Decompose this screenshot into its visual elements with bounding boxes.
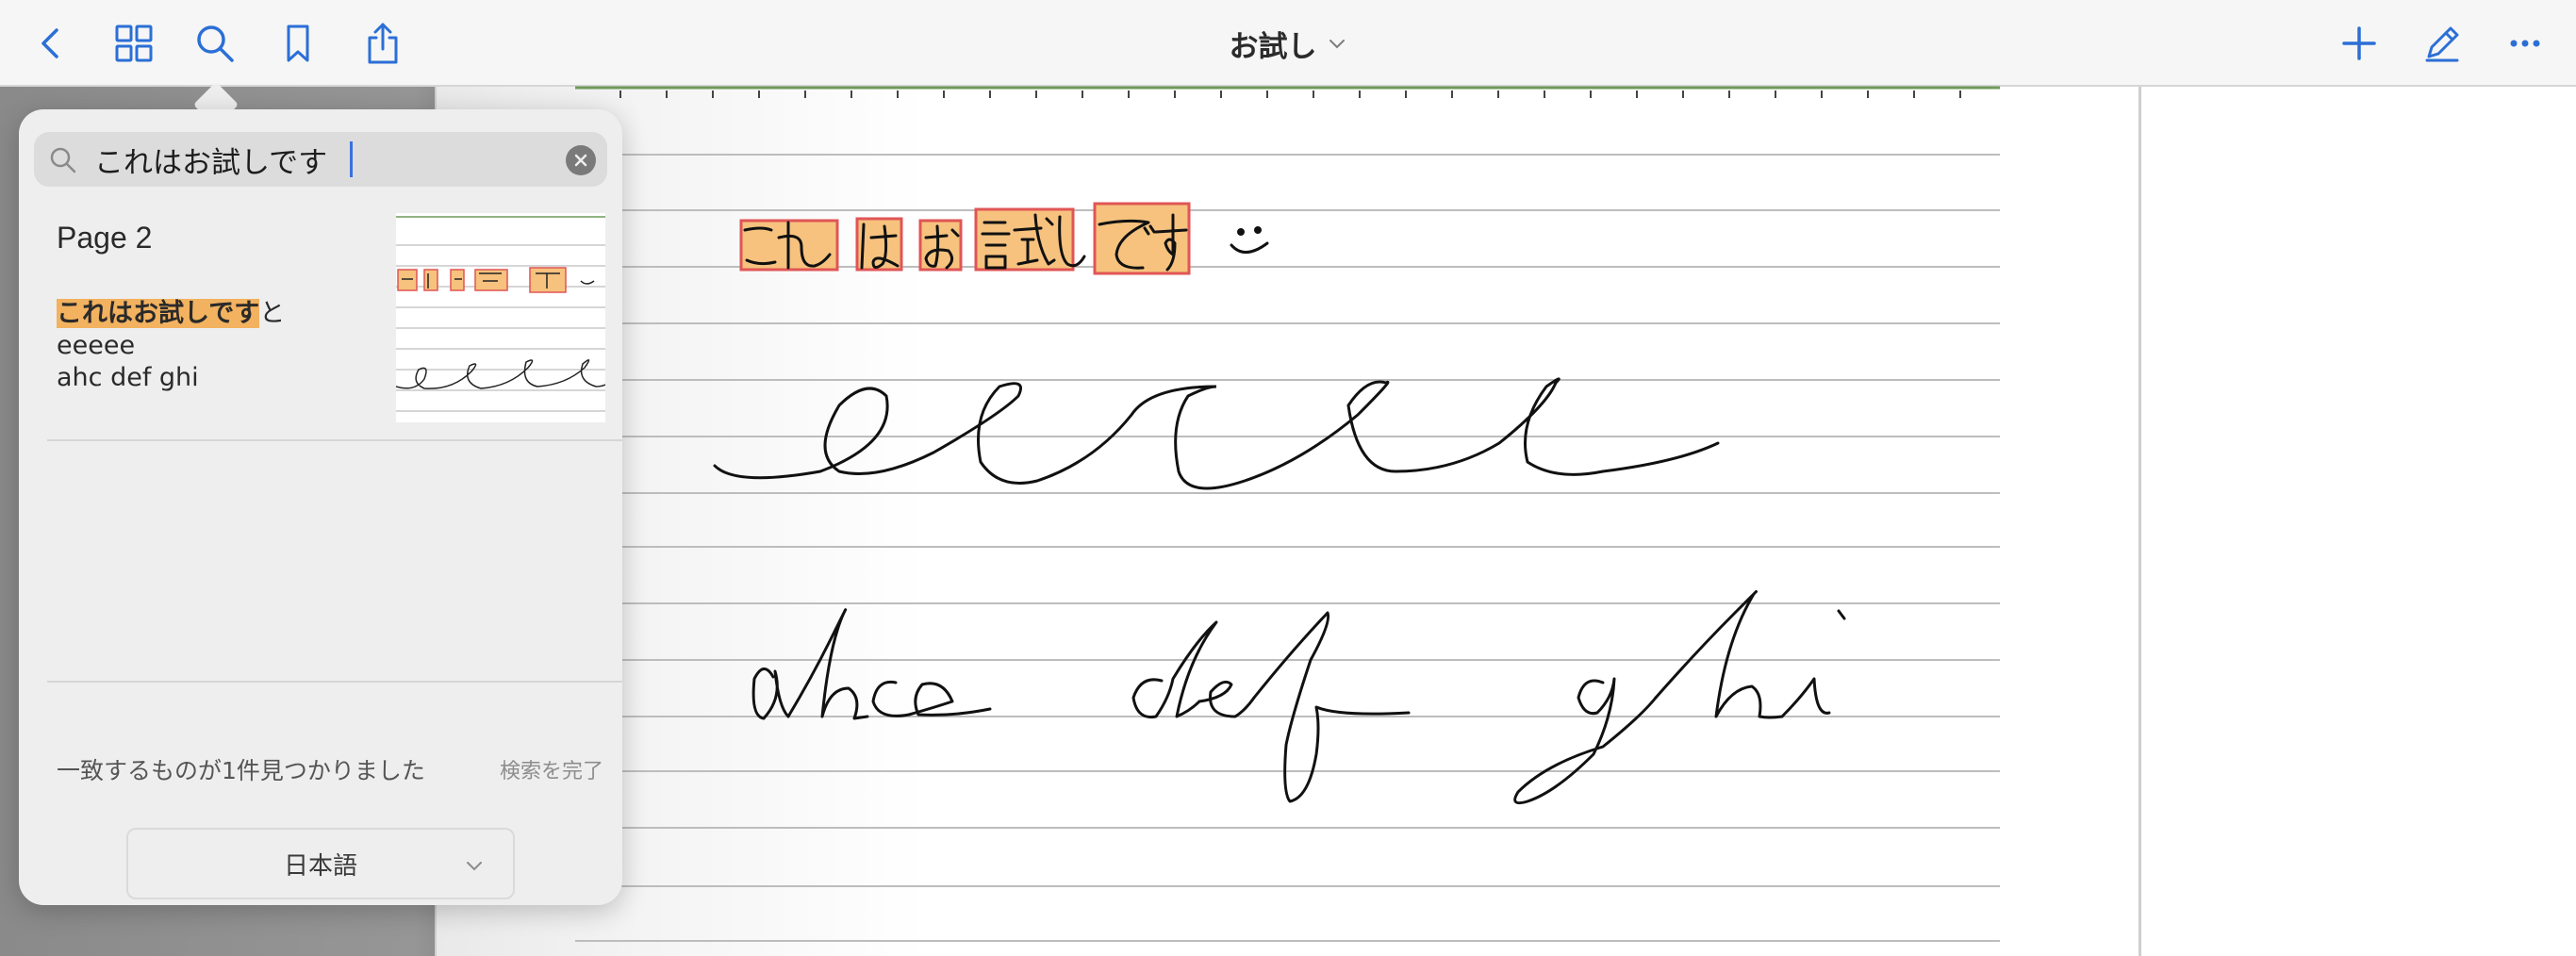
language-select-value: 日本語 [283, 851, 357, 881]
handwriting-eeeee [713, 377, 1720, 490]
finish-search-button[interactable]: 検索を完了 [500, 754, 603, 784]
ruler-ticks [619, 91, 1961, 98]
snippet-after: と [259, 299, 286, 328]
result-snippet: これはお試しですと eeeee ahc def ghi [57, 298, 368, 394]
divider [47, 439, 622, 441]
ruled-lines [575, 86, 2000, 942]
snippet-line-3: ahc def ghi [57, 363, 199, 392]
search-popover: Page 2 これはお試しですと eeeee ahc def ghi [19, 109, 622, 905]
result-page-label: Page 2 [57, 221, 153, 255]
search-input[interactable] [94, 140, 537, 179]
text-cursor [350, 141, 353, 177]
chevron-down-icon [467, 862, 482, 871]
snippet-line-2: eeeee [57, 331, 136, 360]
search-icon [50, 147, 76, 173]
search-field[interactable] [34, 132, 607, 187]
divider [47, 681, 622, 683]
clear-search-icon[interactable] [566, 145, 596, 175]
match-count-status: 一致するものが1件見つかりました [57, 757, 425, 784]
result-page-thumbnail[interactable] [396, 213, 605, 422]
snippet-highlight: これはお試しです [57, 299, 260, 328]
language-select[interactable]: 日本語 [126, 828, 515, 899]
